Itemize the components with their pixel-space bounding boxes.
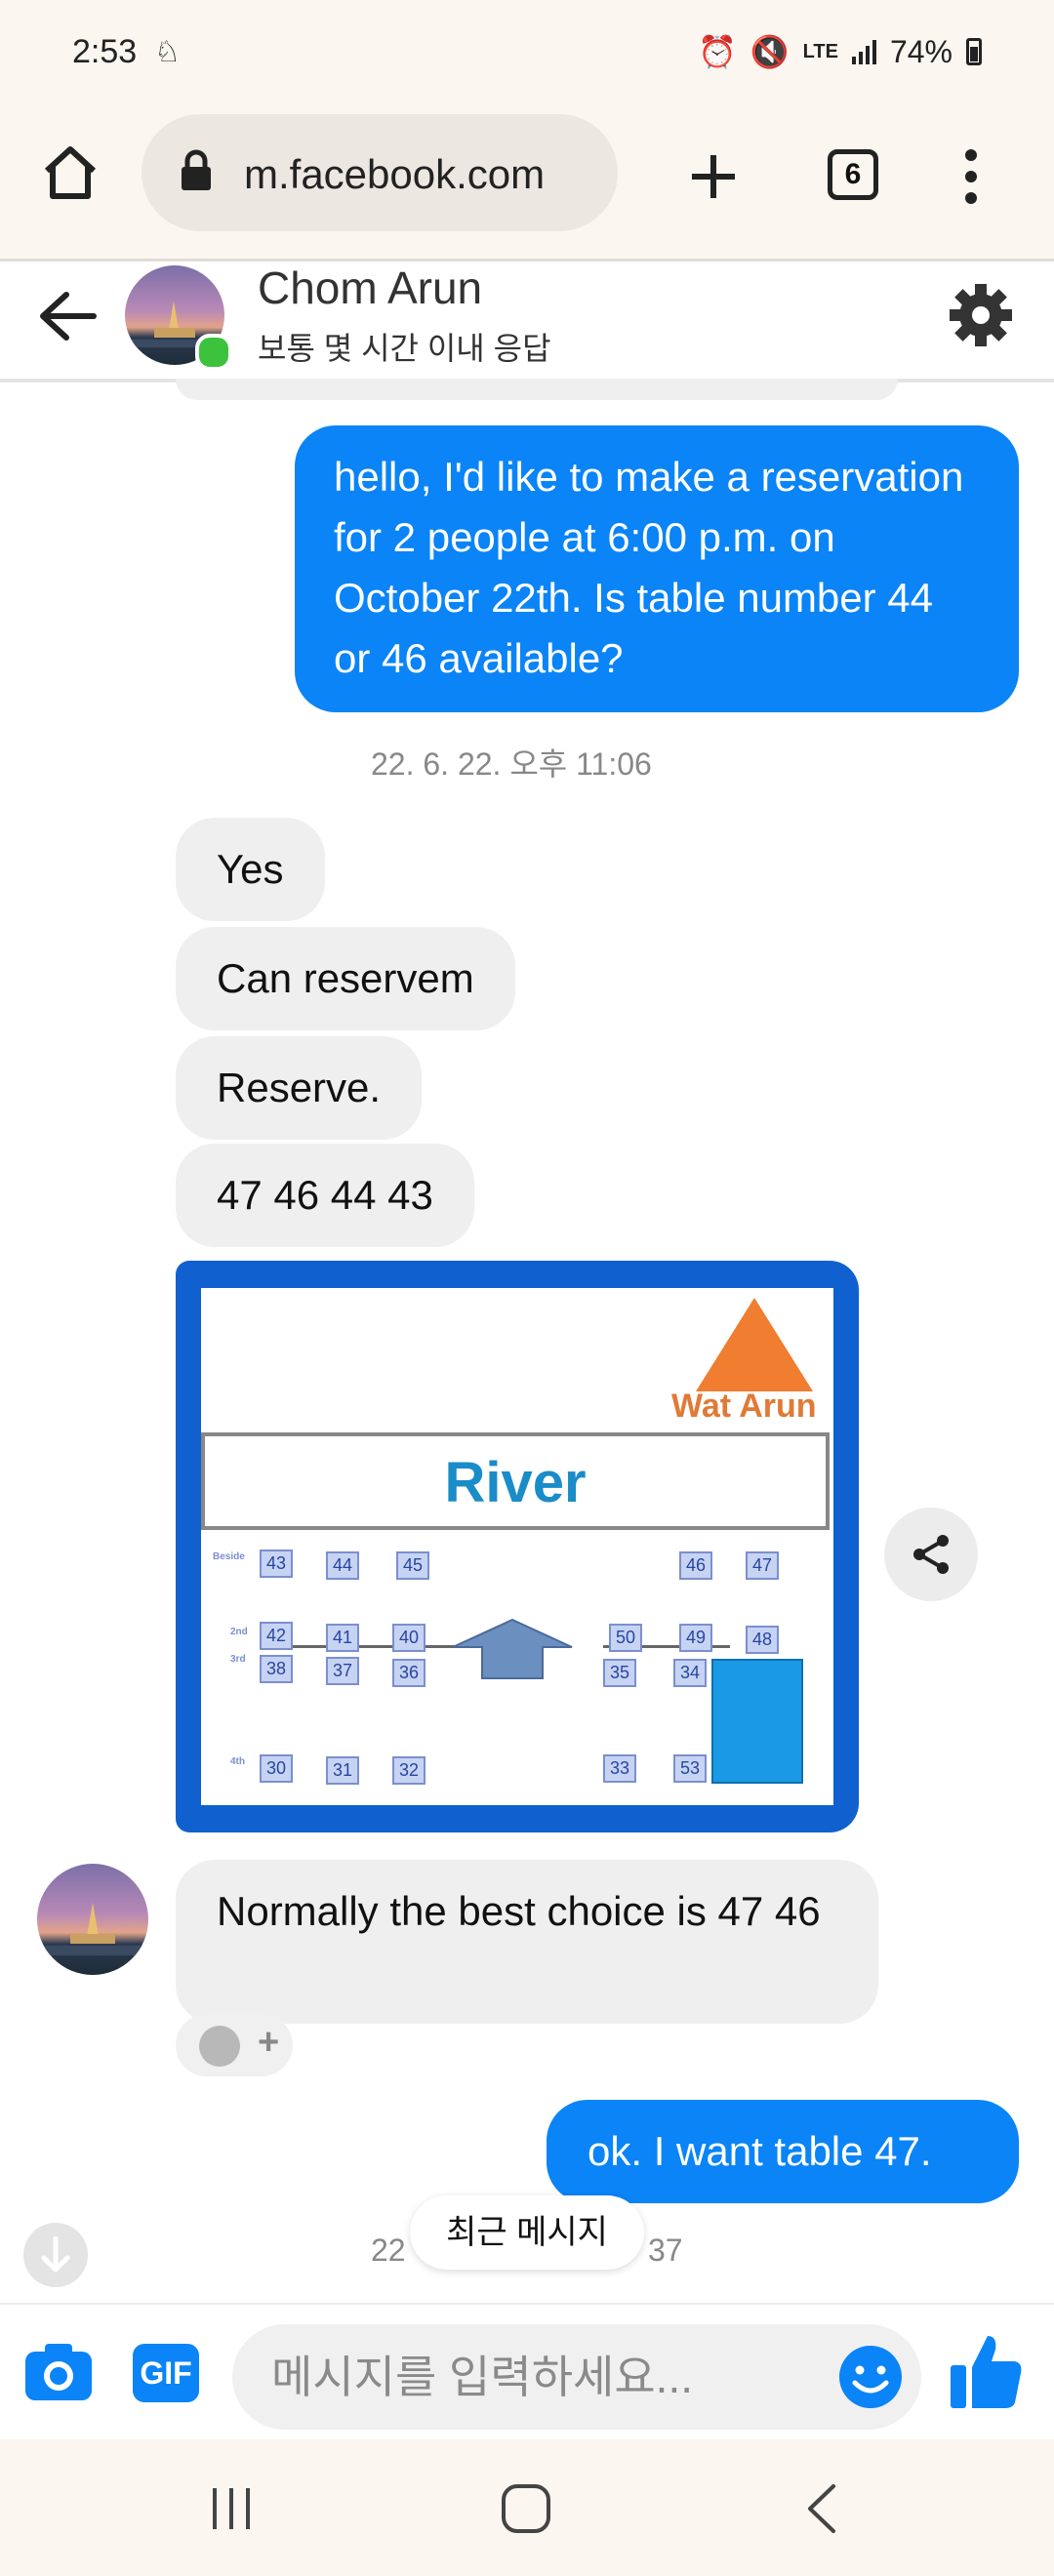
status-bar: 2:53 ♘ ⏰ 🔇 LTE 74%	[0, 0, 1054, 112]
table-49: 49	[679, 1624, 712, 1652]
message-bubble-outgoing[interactable]: hello, I'd like to make a reservation fo…	[295, 425, 1019, 712]
arrow-down-icon	[41, 2236, 70, 2273]
message-composer: GIF	[0, 2303, 1054, 2441]
gear-icon[interactable]	[947, 281, 1015, 349]
table-37: 37	[326, 1657, 359, 1685]
lock-icon	[182, 149, 211, 190]
row-label-4th: 4th	[230, 1756, 245, 1767]
camera-icon[interactable]	[23, 2340, 94, 2402]
message-bubble-partial	[176, 379, 898, 400]
table-40: 40	[392, 1624, 426, 1652]
share-icon	[913, 1535, 949, 1574]
message-bubble-incoming[interactable]: Reserve.	[176, 1036, 423, 1140]
table-34: 34	[673, 1659, 707, 1687]
browser-toolbar: m.facebook.com 6	[0, 112, 1054, 262]
table-47: 47	[746, 1551, 779, 1580]
table-44: 44	[326, 1551, 359, 1580]
mute-icon: 🔇	[750, 34, 790, 69]
new-tab-icon[interactable]	[686, 149, 741, 204]
back-nav-icon[interactable]	[802, 2482, 841, 2535]
river-box: River	[201, 1432, 830, 1530]
stage-block	[711, 1659, 803, 1784]
river-label: River	[444, 1451, 587, 1514]
message-timestamp-partial: 22	[371, 2233, 406, 2268]
message-timestamp: 22. 6. 22. 오후 11:06	[371, 746, 652, 782]
message-bubble-incoming[interactable]: Can reservem	[176, 927, 515, 1030]
table-48: 48	[746, 1626, 779, 1654]
message-bubble-incoming[interactable]: Normally the best choice is 47 46	[176, 1860, 878, 2024]
temple-triangle-icon	[696, 1298, 813, 1391]
message-bubble-incoming[interactable]: 47 46 44 43	[176, 1144, 474, 1247]
message-bubble-outgoing[interactable]: ok. I want table 47.	[547, 2100, 1019, 2203]
system-nav-bar	[0, 2439, 1054, 2576]
more-menu-icon[interactable]	[952, 147, 991, 206]
scroll-down-button[interactable]	[23, 2223, 88, 2287]
alarm-icon: ⏰	[697, 34, 737, 69]
recent-apps-icon[interactable]	[207, 2484, 256, 2533]
table-50: 50	[609, 1624, 642, 1652]
home-nav-icon[interactable]	[500, 2482, 552, 2535]
table-36: 36	[392, 1659, 426, 1687]
table-38: 38	[260, 1655, 293, 1683]
online-indicator	[195, 334, 232, 371]
back-arrow-icon[interactable]	[39, 291, 98, 342]
row-label-2nd: 2nd	[230, 1627, 248, 1637]
table-46: 46	[679, 1551, 712, 1580]
temple-label: Wat Arun	[671, 1388, 817, 1425]
message-bubble-incoming[interactable]: Yes	[176, 818, 325, 921]
table-53: 53	[673, 1754, 707, 1783]
seat-map-image[interactable]: Wat Arun River Beside 2nd 3rd 4th 43 44 …	[176, 1261, 859, 1832]
table-32: 32	[392, 1756, 426, 1785]
row-label-beside: Beside	[213, 1551, 245, 1562]
battery-icon	[966, 38, 982, 65]
signal-icon	[851, 39, 876, 64]
reaction-button[interactable]: +	[176, 2014, 293, 2076]
up-arrow-icon	[452, 1618, 573, 1679]
table-43: 43	[260, 1550, 293, 1578]
table-45: 45	[396, 1551, 429, 1580]
thumbs-up-icon[interactable]	[947, 2330, 1025, 2412]
url-text[interactable]: m.facebook.com	[244, 151, 595, 198]
share-button[interactable]	[884, 1508, 978, 1601]
table-31: 31	[326, 1756, 359, 1785]
recent-messages-button[interactable]: 최근 메시지	[410, 2195, 644, 2270]
smiley-icon	[199, 2026, 240, 2067]
notification-icon: ♘	[154, 36, 181, 68]
gif-icon[interactable]: GIF	[133, 2344, 199, 2402]
status-time: 2:53	[72, 33, 138, 70]
status-icons: ⏰ 🔇 LTE 74%	[698, 33, 982, 70]
contact-status: 보통 몇 시간 이내 응답	[258, 331, 551, 366]
table-33: 33	[603, 1754, 636, 1783]
lte-icon: LTE	[802, 40, 838, 62]
seat-map-canvas: Wat Arun River Beside 2nd 3rd 4th 43 44 …	[201, 1288, 833, 1805]
battery-percent: 74%	[889, 33, 953, 69]
home-icon[interactable]	[39, 141, 101, 204]
chat-header: Chom Arun 보통 몇 시간 이내 응답	[0, 262, 1054, 382]
table-41: 41	[326, 1624, 359, 1652]
row-label-3rd: 3rd	[230, 1654, 246, 1665]
add-reaction-icon: +	[258, 2022, 280, 2063]
table-30: 30	[260, 1754, 293, 1783]
table-42: 42	[260, 1622, 293, 1650]
message-input[interactable]	[232, 2324, 921, 2430]
table-35: 35	[603, 1659, 636, 1687]
contact-name[interactable]: Chom Arun	[258, 262, 482, 314]
tab-switcher-button[interactable]: 6	[828, 149, 878, 200]
message-timestamp-partial: 37	[648, 2233, 683, 2268]
sender-avatar[interactable]	[37, 1864, 148, 1975]
emoji-icon[interactable]	[837, 2344, 904, 2410]
